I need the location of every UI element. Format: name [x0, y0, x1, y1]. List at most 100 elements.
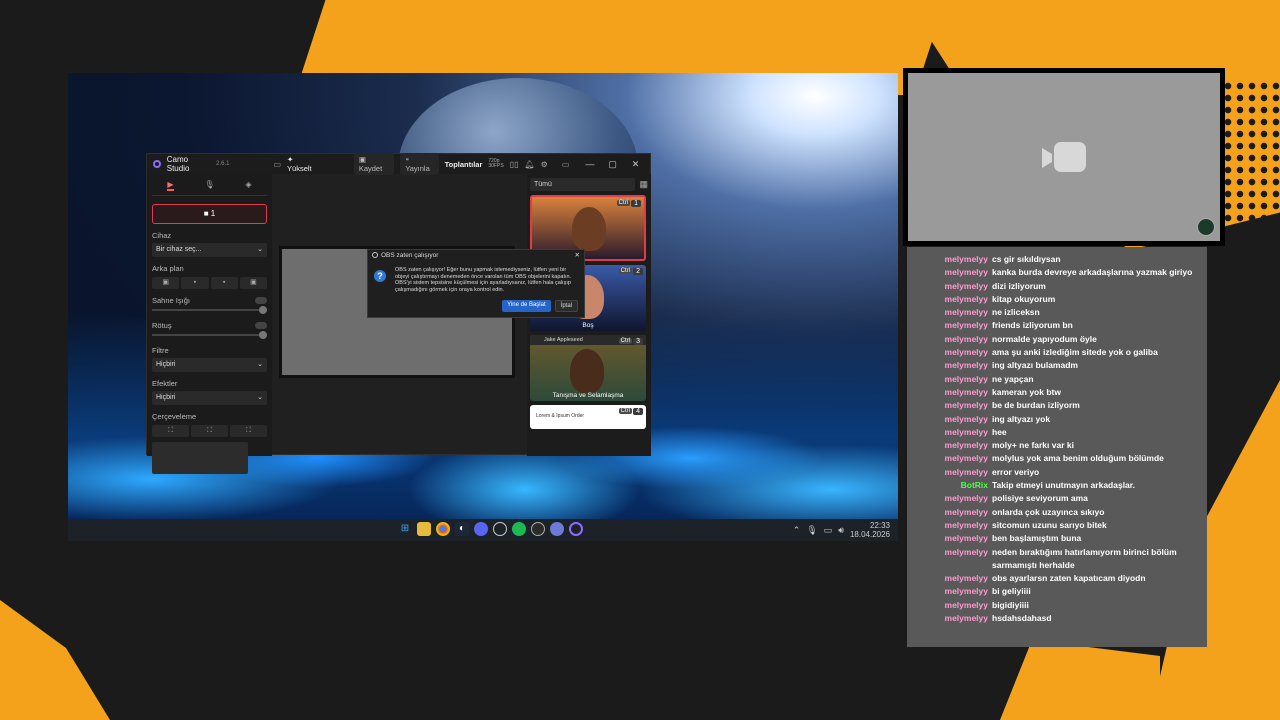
- chat-username[interactable]: melymelyy: [915, 319, 992, 332]
- record-button[interactable]: ▣ Kaydet: [353, 153, 395, 175]
- app-icon[interactable]: [550, 522, 564, 536]
- framing-preview: [152, 442, 248, 474]
- background-option-icon[interactable]: ▪: [181, 277, 209, 289]
- meetings-button[interactable]: Toplantılar: [445, 160, 483, 169]
- background-option-icon[interactable]: ▣: [152, 277, 180, 289]
- layout-icon[interactable]: ▯▯: [510, 160, 519, 169]
- chat-username[interactable]: melymelyy: [915, 373, 992, 386]
- steam-icon[interactable]: ◐: [455, 522, 469, 536]
- maximize-button[interactable]: ▢: [604, 159, 621, 170]
- microphone-icon[interactable]: 🎙︎: [806, 525, 817, 536]
- clock-app-icon[interactable]: [493, 522, 507, 536]
- sidebar-toggle-icon[interactable]: ▭: [273, 160, 281, 169]
- background-option-icon[interactable]: ▣: [239, 277, 267, 289]
- chat-username[interactable]: melymelyy: [915, 599, 992, 612]
- chat-username[interactable]: melymelyy: [915, 280, 992, 293]
- chat-username[interactable]: melymelyy: [915, 413, 992, 426]
- gear-icon[interactable]: ⚙: [541, 160, 548, 169]
- chat-username[interactable]: melymelyy: [915, 466, 992, 479]
- chat-username[interactable]: melymelyy: [915, 506, 992, 519]
- chat-text: hee: [992, 426, 1007, 437]
- chevron-up-icon[interactable]: ⌃: [793, 525, 801, 536]
- upgrade-button[interactable]: ✦ Yükselt: [287, 155, 318, 173]
- chat-username[interactable]: melymelyy: [915, 452, 992, 465]
- effects-select[interactable]: Hiçbiri ⌄: [152, 391, 267, 405]
- chat-username[interactable]: melymelyy: [915, 426, 992, 439]
- framing-option-icon[interactable]: ⛶: [230, 425, 267, 437]
- chat-text: neden bıraktığımı hatırlamıyorm birinci …: [992, 546, 1177, 570]
- grid-icon[interactable]: ▦: [639, 179, 648, 190]
- network-icon[interactable]: ▭: [824, 525, 833, 536]
- background-option-icon[interactable]: ▪: [210, 277, 238, 289]
- publish-button[interactable]: ⁌ Yayınla: [400, 153, 439, 175]
- chat-username[interactable]: BotRix: [915, 479, 992, 492]
- chat-username[interactable]: melymelyy: [915, 359, 992, 372]
- chat-username[interactable]: melymelyy: [915, 386, 992, 399]
- chat-username[interactable]: melymelyy: [915, 519, 992, 532]
- chat-username[interactable]: melymelyy: [915, 399, 992, 412]
- retouch-toggle[interactable]: [255, 322, 267, 329]
- chrome-icon[interactable]: [436, 522, 450, 536]
- chat-username[interactable]: melymelyy: [915, 492, 992, 505]
- app-name: Camo Studio: [166, 155, 190, 173]
- slider-handle[interactable]: [259, 331, 267, 339]
- file-explorer-icon[interactable]: [417, 522, 431, 536]
- camera-slot-button[interactable]: ■ 1: [152, 204, 267, 224]
- panel-icon[interactable]: ▭: [562, 160, 570, 169]
- scene-filter-select[interactable]: Tümü: [530, 177, 636, 191]
- chat-message: melymelyy kanka burda devreye arkadaşları…: [915, 266, 1201, 279]
- chat-username[interactable]: melymelyy: [915, 293, 992, 306]
- launch-anyway-button[interactable]: Yine de Başlat: [502, 300, 551, 312]
- stage-light-slider[interactable]: [152, 306, 267, 314]
- discord-icon[interactable]: [474, 522, 488, 536]
- chat-message: melymelyy error veriyo: [915, 466, 1201, 479]
- close-button[interactable]: ✕: [627, 159, 644, 170]
- retouch-slider[interactable]: [152, 331, 267, 339]
- framing-option-icon[interactable]: ⛶: [152, 425, 189, 437]
- scene-shortcut: Ctrl: [618, 338, 632, 344]
- cancel-button[interactable]: İptal: [554, 300, 578, 312]
- framing-option-icon[interactable]: ⛶: [191, 425, 228, 437]
- scene-portrait: [570, 349, 604, 393]
- chat-text: friends izliyorum bn: [992, 320, 1073, 331]
- filter-select[interactable]: Hiçbiri ⌄: [152, 358, 267, 372]
- chat-username[interactable]: melymelyy: [915, 346, 992, 359]
- chat-username[interactable]: melymelyy: [915, 585, 992, 598]
- chat-message: melymelyy friends izliyorum bn: [915, 319, 1201, 332]
- chat-text: kameran yok btw: [992, 386, 1061, 397]
- volume-icon[interactable]: 🔊︎: [838, 525, 844, 536]
- device-select[interactable]: Bir cihaz seç... ⌄: [152, 243, 267, 257]
- chat-username[interactable]: melymelyy: [915, 253, 992, 266]
- chat-username[interactable]: melymelyy: [915, 333, 992, 346]
- question-icon: ?: [374, 270, 386, 282]
- resolution-badge[interactable]: 720p 30FPS: [488, 159, 503, 169]
- stage-light-toggle[interactable]: [255, 297, 267, 304]
- obs-icon[interactable]: [531, 522, 545, 536]
- tab-video-icon[interactable]: ▶: [167, 180, 174, 191]
- scene-card[interactable]: Lorem & Ipsum Order Ctrl 4: [530, 405, 646, 429]
- tab-audio-icon[interactable]: 🎙︎: [204, 180, 214, 191]
- chat-message: melymelyy neden bıraktığımı hatırlamıyorm…: [915, 546, 1201, 573]
- tab-layers-icon[interactable]: ◈: [245, 180, 251, 191]
- filter-select-value: Hiçbiri: [156, 361, 176, 368]
- spotify-icon[interactable]: [512, 522, 526, 536]
- chat-username[interactable]: melymelyy: [915, 532, 992, 545]
- taskbar-clock[interactable]: 22:33 18.04.2026: [850, 521, 890, 539]
- chat-text: ne yapçan: [992, 373, 1034, 384]
- dialog-close-button[interactable]: ✕: [575, 251, 580, 259]
- minimize-button[interactable]: —: [581, 159, 598, 169]
- slider-handle[interactable]: [259, 306, 267, 314]
- camo-icon[interactable]: [569, 522, 583, 536]
- chat-text: bigidiyiiii: [992, 599, 1029, 610]
- obs-already-running-dialog: OBS zaten çalışıyor ✕ ? OBS zaten çalışı…: [367, 249, 585, 318]
- chat-username[interactable]: melymelyy: [915, 306, 992, 319]
- chat-username[interactable]: melymelyy: [915, 612, 992, 625]
- chat-username[interactable]: melymelyy: [915, 546, 992, 573]
- chat-username[interactable]: melymelyy: [915, 572, 992, 585]
- windows-start-icon[interactable]: ⊞: [398, 522, 412, 536]
- scene-card[interactable]: Jake Appleseed Ctrl 3 Tanışma ve Selamla…: [530, 335, 646, 401]
- chat-username[interactable]: melymelyy: [915, 439, 992, 452]
- left-tabs: ▶ 🎙︎ ◈: [152, 178, 267, 196]
- chat-username[interactable]: melymelyy: [915, 266, 992, 279]
- bell-icon[interactable]: 🔔︎: [524, 160, 534, 169]
